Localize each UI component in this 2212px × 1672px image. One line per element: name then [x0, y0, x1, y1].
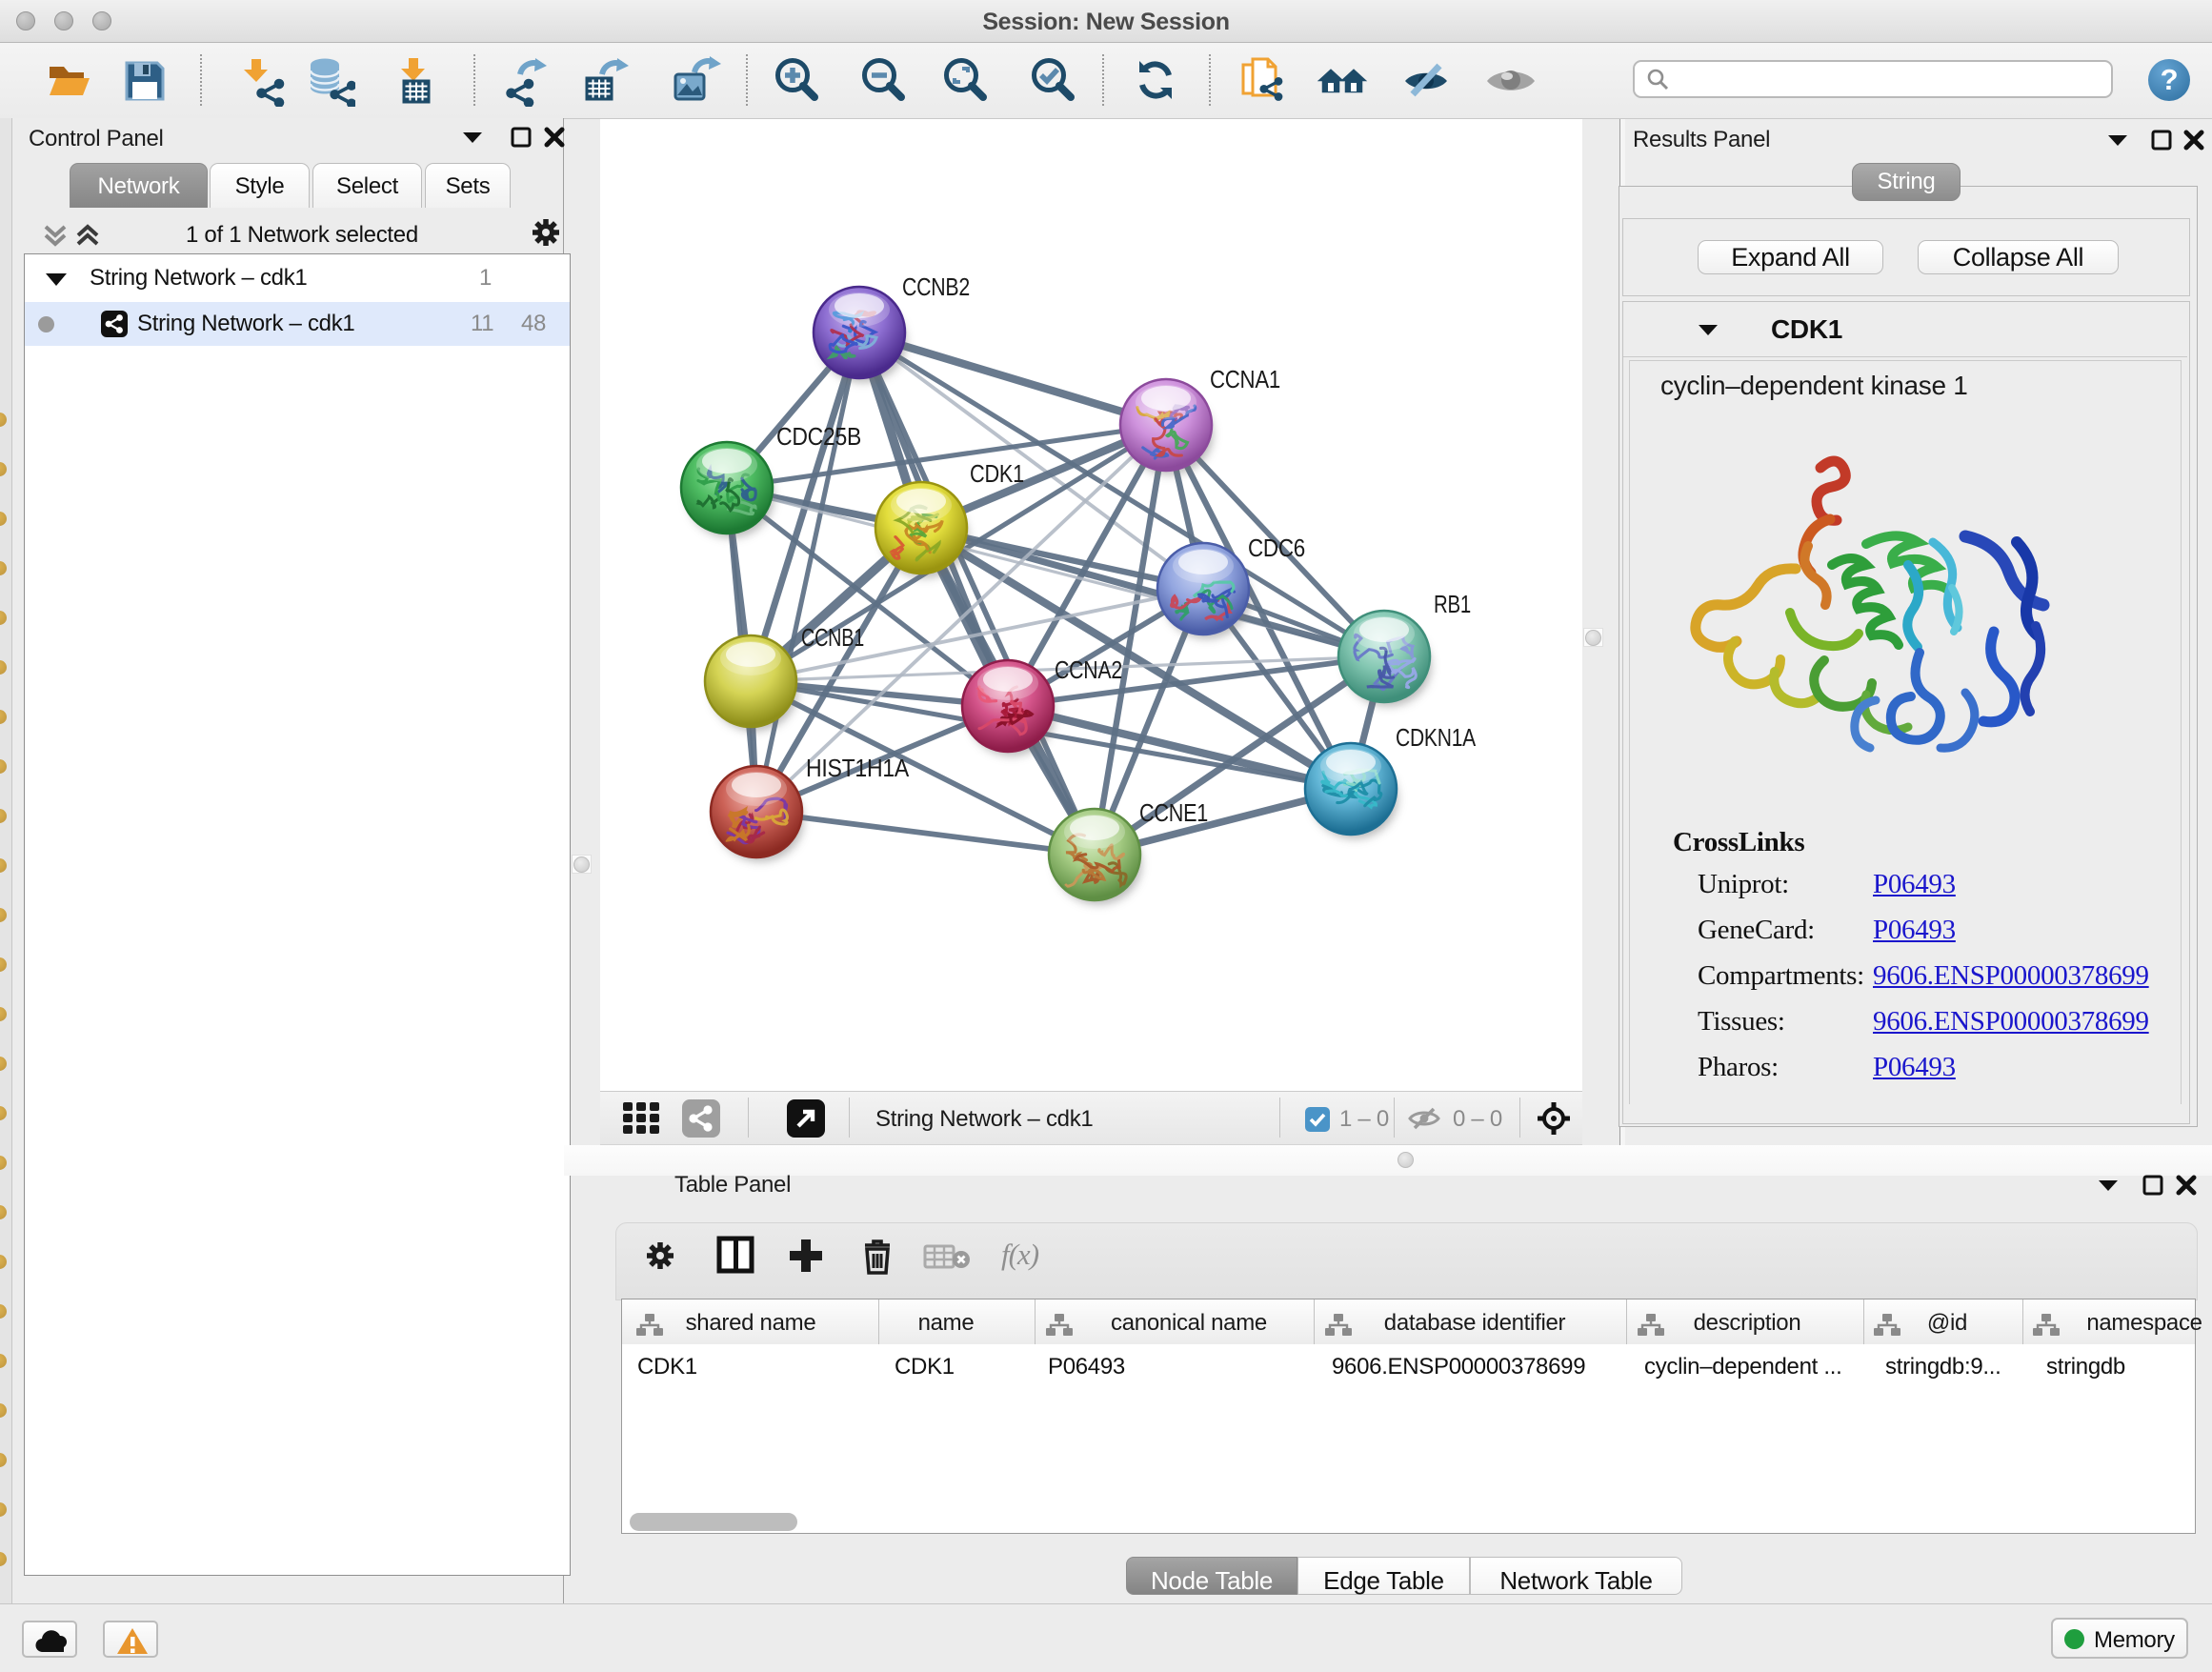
svg-text:CDC25B: CDC25B — [776, 422, 861, 451]
svg-text:RB1: RB1 — [1434, 590, 1471, 618]
svg-text:CCNE1: CCNE1 — [1139, 798, 1208, 827]
svg-text:CCNB2: CCNB2 — [902, 272, 970, 301]
svg-text:CCNA1: CCNA1 — [1210, 365, 1280, 393]
svg-text:CCNA2: CCNA2 — [1055, 655, 1122, 684]
svg-text:CDC6: CDC6 — [1248, 534, 1305, 562]
svg-text:CDK1: CDK1 — [970, 459, 1024, 488]
svg-text:CDKN1A: CDKN1A — [1396, 723, 1477, 752]
svg-text:HIST1H1A: HIST1H1A — [806, 754, 910, 782]
svg-text:CCNB1: CCNB1 — [801, 623, 864, 652]
